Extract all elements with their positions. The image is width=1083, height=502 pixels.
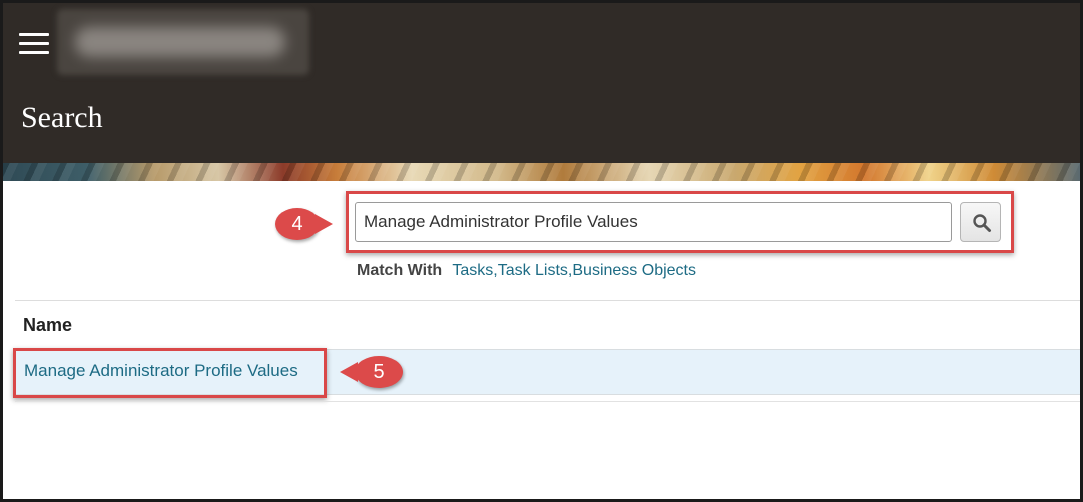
search-input[interactable] [355,202,952,242]
name-column-header: Name [23,315,73,335]
match-with-row: Match With Tasks,Task Lists,Business Obj… [357,262,696,280]
global-header: Search [3,3,1080,163]
logo-blurred [57,9,309,75]
step-number: 5 [373,360,385,383]
search-button[interactable] [960,202,1001,242]
decorative-banner [3,163,1080,181]
match-with-label: Match With [357,262,443,279]
step-callout-4: 4 [275,208,333,240]
magnifier-icon [973,214,991,232]
match-with-options-link[interactable]: Tasks,Task Lists,Business Objects [452,262,696,279]
step-number: 4 [291,212,303,235]
result-task-link[interactable]: Manage Administrator Profile Values [24,361,298,381]
app-window: Search 4 Match With Tasks,Task Lists,Bus… [0,0,1083,502]
page-title: Search [21,101,103,134]
divider [15,300,1080,301]
hamburger-menu-icon[interactable] [19,31,49,55]
step-callout-5: 5 [340,356,403,388]
divider [15,401,1080,402]
